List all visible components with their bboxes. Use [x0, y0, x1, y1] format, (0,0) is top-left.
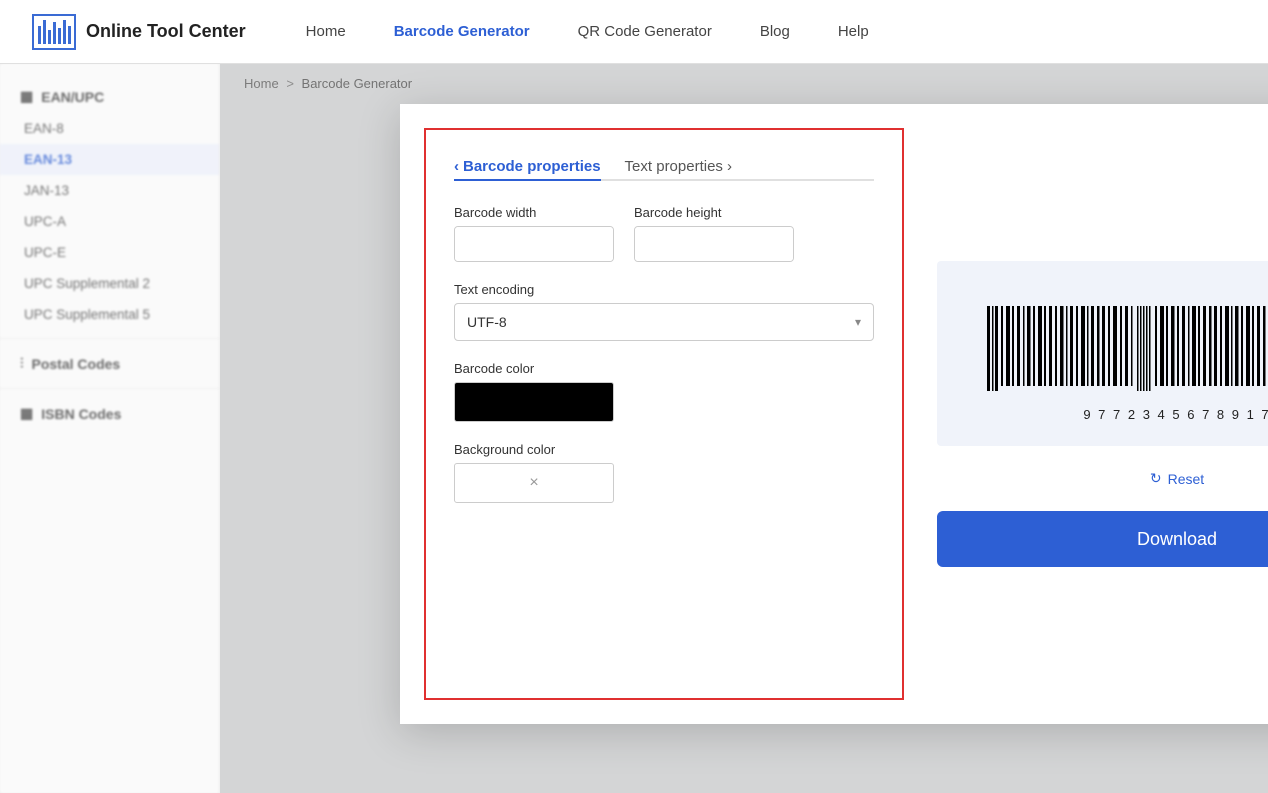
background-color-group: Background color ×: [454, 442, 874, 503]
barcode-svg: [987, 301, 1268, 401]
sidebar-section-ean-upc: ▦ EAN/UPC: [0, 80, 219, 113]
barcode-height-spinner[interactable]: 100 ▲ ▼: [634, 226, 794, 262]
barcode-color-group: Barcode color: [454, 361, 874, 422]
barcode-height-label: Barcode height: [634, 205, 794, 220]
tab-text-properties-label: Text properties: [625, 158, 723, 175]
barcode-numbers: 9 7 7 2 3 4 5 6 7 8 9 1 7: [1083, 407, 1268, 422]
barcode-section-icon: ▦: [20, 88, 33, 105]
tab-barcode-properties[interactable]: ‹ Barcode properties: [454, 154, 601, 181]
background-color-label: Background color: [454, 442, 874, 457]
barcode-width-label: Barcode width: [454, 205, 614, 220]
modal: × ‹ Barcode properties Text properties ›: [400, 104, 1268, 724]
preview-panel: 9 7 7 2 3 4 5 6 7 8 9 1 7 ↻ Reset Downlo…: [904, 104, 1268, 724]
text-encoding-group: Text encoding UTF-8 ▾: [454, 282, 874, 341]
tab-barcode-properties-label: Barcode properties: [463, 158, 601, 175]
barcode-width-spinner[interactable]: 300 ▲ ▼: [454, 226, 614, 262]
main-nav: Home Barcode Generator QR Code Generator…: [306, 23, 869, 40]
nav-help[interactable]: Help: [838, 23, 869, 40]
barcode-width-input[interactable]: 300: [455, 227, 614, 261]
sidebar-item-jan13[interactable]: JAN-13: [0, 175, 219, 206]
nav-home[interactable]: Home: [306, 23, 346, 40]
sidebar-divider-2: [0, 388, 219, 389]
sidebar-item-upc-supp2[interactable]: UPC Supplemental 2: [0, 268, 219, 299]
barcode-color-swatch[interactable]: [454, 382, 614, 422]
tab-bar: ‹ Barcode properties Text properties ›: [454, 154, 874, 181]
sidebar-section-postal: ⫶ Postal Codes: [0, 347, 219, 380]
download-button[interactable]: Download: [937, 511, 1268, 567]
main-layout: ▦ EAN/UPC EAN-8 EAN-13 JAN-13 UPC-A UPC-…: [0, 64, 1268, 793]
tab-arrow-right: ›: [727, 158, 732, 175]
modal-overlay: × ‹ Barcode properties Text properties ›: [220, 64, 1268, 793]
tab-text-properties[interactable]: Text properties ›: [625, 154, 732, 179]
barcode-color-label: Barcode color: [454, 361, 874, 376]
barcode-height-input[interactable]: 100: [635, 227, 794, 261]
logo-icon: [32, 14, 76, 50]
text-encoding-value: UTF-8: [467, 314, 507, 330]
text-encoding-label: Text encoding: [454, 282, 874, 297]
logo-area: Online Tool Center: [32, 14, 246, 50]
isbn-section-icon: ▦: [20, 405, 33, 422]
barcode-container: 9 7 7 2 3 4 5 6 7 8 9 1 7: [937, 261, 1268, 446]
sidebar-item-upce[interactable]: UPC-E: [0, 237, 219, 268]
sidebar-item-upc-supp5[interactable]: UPC Supplemental 5: [0, 299, 219, 330]
text-encoding-select[interactable]: UTF-8 ▾: [454, 303, 874, 341]
background-color-field[interactable]: ×: [454, 463, 614, 503]
barcode-height-group: Barcode height 100 ▲ ▼: [634, 205, 794, 262]
sidebar-item-upca[interactable]: UPC-A: [0, 206, 219, 237]
nav-qr-code-generator[interactable]: QR Code Generator: [578, 23, 712, 40]
tab-arrow-left: ‹: [454, 158, 459, 175]
sidebar: ▦ EAN/UPC EAN-8 EAN-13 JAN-13 UPC-A UPC-…: [0, 64, 220, 793]
nav-barcode-generator[interactable]: Barcode Generator: [394, 23, 530, 40]
logo-title: Online Tool Center: [86, 21, 246, 42]
reset-button[interactable]: ↻ Reset: [1150, 470, 1204, 487]
header: Online Tool Center Home Barcode Generato…: [0, 0, 1268, 64]
content-area: Home > Barcode Generator × ‹ Barcode pro…: [220, 64, 1268, 793]
select-arrow-icon: ▾: [855, 315, 861, 329]
sidebar-divider-1: [0, 338, 219, 339]
dimension-row: Barcode width 300 ▲ ▼ Barcode height: [454, 205, 874, 262]
sidebar-section-isbn: ▦ ISBN Codes: [0, 397, 219, 430]
sidebar-item-ean13[interactable]: EAN-13: [0, 144, 219, 175]
nav-blog[interactable]: Blog: [760, 23, 790, 40]
reset-label: Reset: [1168, 471, 1205, 487]
barcode-width-group: Barcode width 300 ▲ ▼: [454, 205, 614, 262]
reset-icon: ↻: [1150, 470, 1162, 487]
background-color-clear-icon: ×: [529, 474, 538, 492]
sidebar-item-ean8[interactable]: EAN-8: [0, 113, 219, 144]
postal-section-icon: ⫶: [20, 355, 24, 372]
properties-panel: ‹ Barcode properties Text properties › B…: [424, 128, 904, 700]
